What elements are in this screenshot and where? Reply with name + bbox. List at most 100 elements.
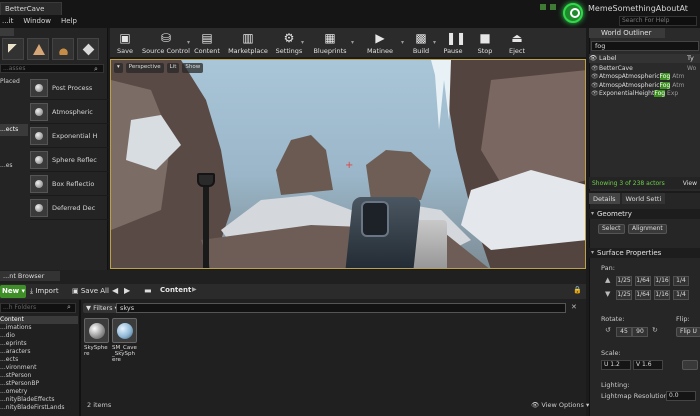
select-button[interactable]: Select [598, 224, 625, 234]
folder-item[interactable]: ...nityBladeEffects [0, 396, 78, 404]
geometry-section-header[interactable]: Geometry [589, 209, 700, 219]
help-search-input[interactable]: Search For Help [619, 16, 697, 26]
folder-item[interactable]: ...ects [0, 356, 78, 364]
clear-search-icon[interactable]: ✕ [571, 303, 577, 311]
tab-world-settings[interactable]: World Setti [621, 193, 666, 204]
settings-button[interactable]: ⚙ Settings ▾ [274, 28, 304, 57]
source-control-button[interactable]: ⛁ Source Control ▾ [142, 28, 190, 57]
folder-item[interactable]: ...dio [0, 332, 78, 340]
asset-search-input[interactable]: skys [116, 303, 566, 313]
folder-item[interactable]: ...stPersonBP [0, 380, 78, 388]
category-all-classes[interactable]: ...es [0, 160, 28, 172]
visibility-eye-icon[interactable]: 👁 [591, 82, 599, 89]
content-browser-tab[interactable]: ...nt Browser [0, 271, 60, 281]
rotate-value[interactable]: 45 [616, 327, 632, 337]
chevron-right-icon[interactable]: ▶ [192, 286, 197, 293]
new-button[interactable]: New ▾ [0, 285, 26, 298]
rotate-value[interactable]: 90 [632, 327, 648, 337]
rotate-right-icon[interactable]: ↻ [652, 326, 658, 334]
build-button[interactable]: ▩ Build ▾ [406, 28, 436, 57]
back-arrow-icon[interactable]: ◀ [112, 286, 118, 295]
apply-scale-button[interactable] [682, 360, 698, 370]
pan-value[interactable]: 1/64 [635, 290, 651, 300]
pan-value[interactable]: 1/16 [654, 276, 670, 286]
geometry-mode-icon[interactable] [77, 38, 99, 60]
flip-u-button[interactable]: Flip U [676, 327, 700, 337]
folder-item[interactable]: ...stPerson [0, 372, 78, 380]
modes-tab[interactable] [0, 28, 14, 36]
folder-item[interactable]: ...eprints [0, 340, 78, 348]
menu-help[interactable]: Help [61, 15, 77, 27]
menu-window[interactable]: Window [23, 15, 51, 27]
pan-value[interactable]: 1/4 [673, 276, 689, 286]
matinee-button[interactable]: ▶ Matinee ▾ [356, 28, 404, 57]
lock-icon[interactable]: 🔒 [573, 286, 582, 294]
category-lights[interactable] [0, 100, 28, 112]
category-recently-placed[interactable]: Placed [0, 76, 28, 88]
placeable-item[interactable]: Deferred Dec [30, 196, 108, 220]
pan-down-icon[interactable]: ▼ [605, 290, 610, 298]
folder-item[interactable]: ...imations [0, 324, 78, 332]
outliner-row[interactable]: 👁 AtmospAtmospheric Fog Atm [589, 81, 700, 90]
outliner-row[interactable]: 👁 AtmospAtmospheric Fog Atm [589, 73, 700, 82]
level-viewport[interactable]: ▾ Perspective Lit Show + [110, 59, 586, 269]
category-cinematic[interactable] [0, 112, 28, 124]
maximize-icon[interactable] [550, 4, 556, 10]
forward-arrow-icon[interactable]: ▶ [124, 286, 130, 295]
tab-details[interactable]: Details [589, 193, 620, 204]
folder-search-input[interactable]: ...h Folders [0, 303, 76, 313]
asset-tile[interactable]: SM_Cave_SkySphere [112, 318, 137, 363]
asset-tile[interactable]: SkySphere [84, 318, 109, 357]
pan-value[interactable]: 1/25 [616, 276, 632, 286]
placeable-item[interactable]: Atmospheric [30, 100, 108, 124]
alignment-button[interactable]: Alignment [628, 224, 667, 234]
pan-value[interactable]: 1/4 [673, 290, 689, 300]
folder-icon[interactable]: ▬ [144, 286, 152, 295]
lit-button[interactable]: Lit [166, 63, 180, 73]
visibility-eye-icon[interactable]: 👁 [591, 73, 599, 80]
blueprints-button[interactable]: ▦ Blueprints ▾ [306, 28, 354, 57]
scale-u-input[interactable]: U 1.2 [601, 360, 631, 370]
classes-search-input[interactable]: ...asses [0, 64, 104, 73]
outliner-view-options[interactable]: View [683, 180, 697, 187]
folder-item[interactable]: ...ometry [0, 388, 78, 396]
stop-button[interactable]: ■ Stop [470, 28, 500, 57]
placeable-item[interactable]: Box Reflectio [30, 172, 108, 196]
outliner-row[interactable]: 👁 BetterCave Wo [589, 64, 700, 73]
scale-v-input[interactable]: V 1.6 [633, 360, 663, 370]
world-outliner-tab[interactable]: World Outliner [589, 28, 665, 38]
surface-properties-header[interactable]: Surface Properties [589, 248, 700, 258]
placeable-item[interactable]: Sphere Reflec [30, 148, 108, 172]
category-basic[interactable] [0, 88, 28, 100]
show-button[interactable]: Show [182, 63, 204, 73]
panel-splitter[interactable] [79, 300, 81, 416]
lightmap-resolution-input[interactable]: 0.0 [666, 391, 696, 401]
save-button[interactable]: ▣ Save [110, 28, 140, 57]
path-breadcrumb[interactable]: Content [160, 286, 191, 294]
paint-mode-icon[interactable] [2, 38, 24, 60]
placeable-item[interactable]: Post Process [30, 76, 108, 100]
folder-item[interactable]: ...nityBladeFirstLands [0, 404, 78, 412]
placeable-item[interactable]: Exponential H [30, 124, 108, 148]
landscape-mode-icon[interactable] [27, 38, 49, 60]
folder-item[interactable]: ...vironment [0, 364, 78, 372]
foliage-mode-icon[interactable] [52, 38, 74, 60]
save-all-button[interactable]: ▣ Save All [72, 285, 109, 298]
menu-edit[interactable]: ...it [2, 15, 13, 27]
pan-value[interactable]: 1/25 [616, 290, 632, 300]
view-options-button[interactable]: 👁 View Options ▾ [531, 401, 589, 409]
pan-value[interactable]: 1/64 [635, 276, 651, 286]
category-volumes[interactable] [0, 148, 28, 160]
visibility-eye-icon[interactable]: 👁 [591, 65, 599, 72]
col-type[interactable]: Ty [687, 54, 694, 63]
category-visual-effects[interactable]: ...ects [0, 124, 28, 136]
folder-item[interactable]: Content [0, 316, 78, 324]
pan-value[interactable]: 1/16 [654, 290, 670, 300]
outliner-search-input[interactable]: fog [591, 41, 699, 51]
minimize-icon[interactable] [540, 4, 546, 10]
category-geometry[interactable] [0, 136, 28, 148]
pan-up-icon[interactable]: ▲ [605, 276, 610, 284]
pause-button[interactable]: ❚❚ Pause [438, 28, 468, 57]
viewport-options-button[interactable]: ▾ [114, 63, 123, 73]
col-label[interactable]: Label [599, 54, 687, 63]
